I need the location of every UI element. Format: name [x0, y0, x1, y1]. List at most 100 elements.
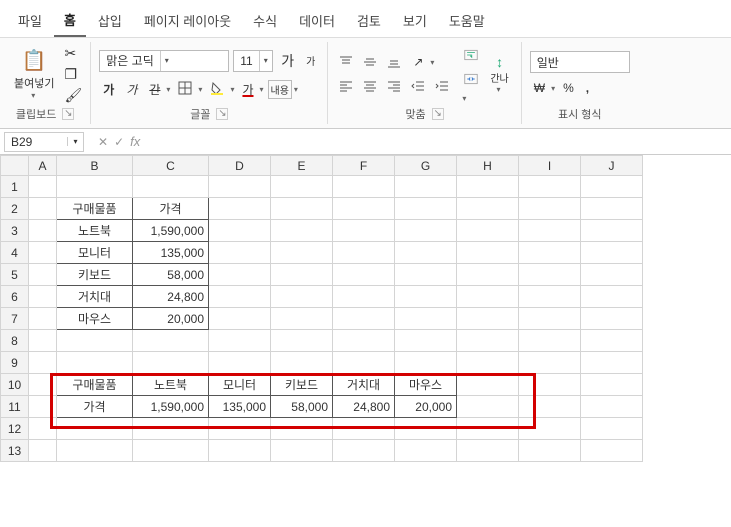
chevron-down-icon[interactable]: ▾ — [462, 94, 478, 103]
column-header[interactable]: E — [271, 156, 333, 176]
cell[interactable]: 1,590,000 — [133, 396, 209, 418]
strike-button[interactable]: 간 — [145, 79, 164, 100]
cell[interactable] — [29, 286, 57, 308]
cell[interactable] — [395, 286, 457, 308]
dialog-launcher-icon[interactable]: ↘ — [216, 108, 228, 120]
cell[interactable] — [57, 176, 133, 198]
cell[interactable] — [333, 440, 395, 462]
cell[interactable] — [333, 308, 395, 330]
fx-icon[interactable]: fx — [130, 134, 140, 149]
row-header[interactable]: 13 — [1, 440, 29, 462]
border-button[interactable] — [174, 79, 196, 100]
cell[interactable] — [457, 352, 519, 374]
cell[interactable] — [133, 176, 209, 198]
chevron-down-icon[interactable]: ▾ — [166, 85, 170, 94]
cell[interactable]: 58,000 — [271, 396, 333, 418]
cell[interactable] — [209, 418, 271, 440]
cell[interactable] — [581, 396, 643, 418]
cell[interactable] — [29, 198, 57, 220]
row-header[interactable]: 2 — [1, 198, 29, 220]
cell[interactable] — [29, 176, 57, 198]
cell[interactable] — [581, 352, 643, 374]
row-header[interactable]: 7 — [1, 308, 29, 330]
chevron-down-icon[interactable]: ▾ — [260, 85, 264, 94]
orientation-button[interactable]: ↗ — [408, 53, 428, 71]
grow-font-button[interactable]: 가 — [277, 49, 298, 73]
cell[interactable] — [271, 308, 333, 330]
cell[interactable] — [519, 198, 581, 220]
cell[interactable] — [271, 176, 333, 198]
cell[interactable]: 가격 — [133, 198, 209, 220]
column-header[interactable]: H — [457, 156, 519, 176]
cell[interactable] — [209, 264, 271, 286]
menu-item-0[interactable]: 파일 — [8, 5, 52, 36]
cell[interactable] — [457, 308, 519, 330]
cell[interactable] — [29, 308, 57, 330]
comma-button[interactable]: , — [582, 79, 593, 97]
cell[interactable] — [581, 198, 643, 220]
accept-icon[interactable]: ✓ — [114, 135, 124, 149]
cell[interactable]: 노트북 — [133, 374, 209, 396]
menu-item-6[interactable]: 검토 — [347, 5, 391, 36]
row-header[interactable]: 8 — [1, 330, 29, 352]
cut-icon[interactable]: ✂ — [64, 45, 82, 62]
cell[interactable] — [209, 352, 271, 374]
number-format-combo[interactable]: 일반 — [530, 51, 630, 73]
cell[interactable] — [271, 352, 333, 374]
select-all-corner[interactable] — [1, 156, 29, 176]
align-right-button[interactable] — [384, 77, 404, 95]
cell[interactable] — [333, 198, 395, 220]
cell[interactable] — [271, 220, 333, 242]
font-name-combo[interactable]: 맑은 고딕 ▾ — [99, 50, 229, 72]
cell[interactable] — [57, 440, 133, 462]
indent-decrease-button[interactable] — [408, 77, 428, 95]
cell[interactable] — [519, 308, 581, 330]
cell[interactable] — [133, 330, 209, 352]
italic-button[interactable]: 가 — [122, 79, 141, 100]
cell[interactable] — [457, 286, 519, 308]
spreadsheet-grid[interactable]: ABCDEFGHIJ12구매물품가격3노트북1,590,0004모니터135,0… — [0, 155, 731, 462]
cell[interactable] — [333, 176, 395, 198]
cell[interactable]: 모니터 — [209, 374, 271, 396]
chevron-down-icon[interactable]: ▾ — [551, 84, 555, 93]
cell[interactable] — [209, 176, 271, 198]
cell[interactable]: 135,000 — [209, 396, 271, 418]
format-painter-icon[interactable]: 🖌 — [64, 87, 82, 104]
cell[interactable] — [209, 220, 271, 242]
cell[interactable] — [457, 198, 519, 220]
menu-item-5[interactable]: 데이터 — [289, 5, 345, 36]
chevron-down-icon[interactable]: ▾ — [430, 58, 434, 67]
menu-item-3[interactable]: 페이지 레이아웃 — [134, 5, 241, 36]
cell[interactable] — [581, 374, 643, 396]
cell[interactable] — [209, 242, 271, 264]
cell[interactable] — [457, 330, 519, 352]
shrink-font-button[interactable]: 가 — [302, 51, 319, 70]
name-box[interactable]: B29 ▾ — [4, 132, 84, 152]
cell[interactable] — [457, 264, 519, 286]
row-header[interactable]: 11 — [1, 396, 29, 418]
cell[interactable] — [519, 374, 581, 396]
cell[interactable] — [395, 330, 457, 352]
align-center-button[interactable] — [360, 77, 380, 95]
cell[interactable]: 마우스 — [395, 374, 457, 396]
cell[interactable] — [271, 330, 333, 352]
cell[interactable] — [57, 418, 133, 440]
fill-color-button[interactable] — [206, 79, 228, 100]
column-header[interactable]: I — [519, 156, 581, 176]
cell[interactable] — [209, 440, 271, 462]
cell[interactable] — [333, 418, 395, 440]
cell[interactable] — [581, 176, 643, 198]
column-header[interactable]: B — [57, 156, 133, 176]
cell[interactable] — [29, 220, 57, 242]
cell[interactable] — [457, 374, 519, 396]
cell[interactable] — [133, 440, 209, 462]
column-header[interactable]: J — [581, 156, 643, 176]
cell[interactable] — [29, 330, 57, 352]
cell[interactable] — [519, 286, 581, 308]
cell[interactable]: 24,800 — [133, 286, 209, 308]
cell[interactable]: 24,800 — [333, 396, 395, 418]
cell[interactable] — [271, 286, 333, 308]
dialog-launcher-icon[interactable]: ↘ — [62, 108, 74, 120]
phonetic-button[interactable]: 내용 — [268, 80, 292, 99]
cell[interactable] — [581, 418, 643, 440]
